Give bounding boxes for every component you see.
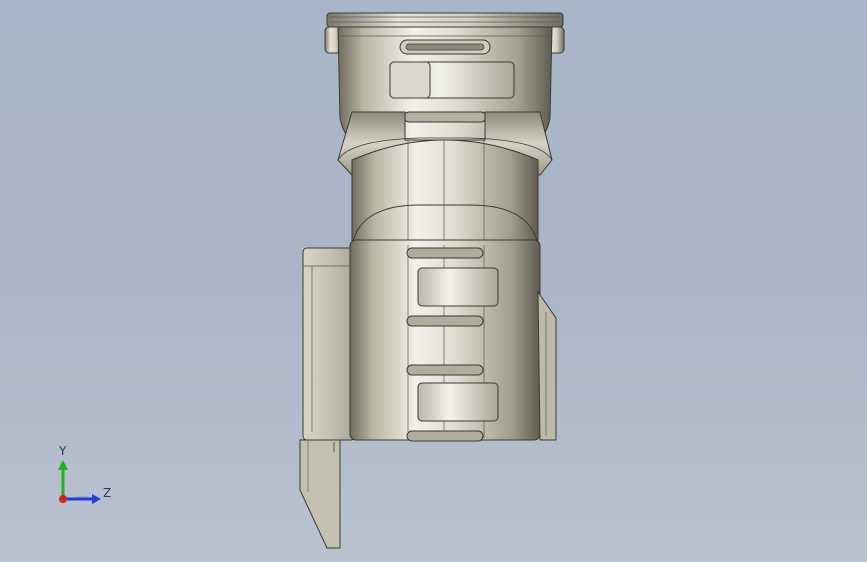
graphics-viewport[interactable]: Y Z — [0, 0, 867, 562]
middle-cylinder — [351, 139, 539, 246]
z-arrowhead — [92, 494, 101, 504]
side-housing — [302, 247, 356, 441]
orientation-triad[interactable]: Y Z — [58, 444, 111, 504]
y-arrowhead — [58, 460, 68, 470]
x-axis-point — [59, 495, 67, 503]
right-clip — [537, 290, 557, 441]
terminal-pin — [299, 439, 341, 549]
top-flange — [326, 12, 564, 28]
z-axis-label: Z — [103, 486, 111, 500]
y-axis-label: Y — [58, 444, 67, 458]
model-view[interactable]: Y Z — [0, 0, 867, 562]
